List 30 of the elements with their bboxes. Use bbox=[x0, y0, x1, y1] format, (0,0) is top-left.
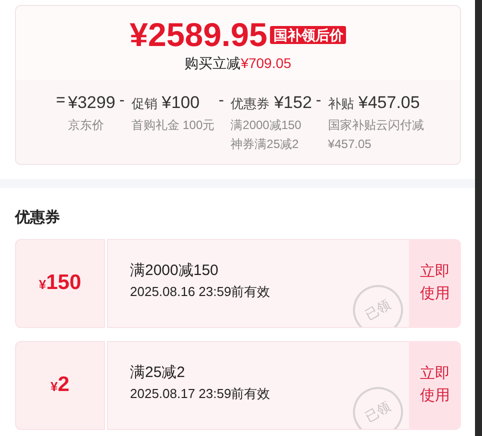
breakdown-label: 促销 bbox=[131, 96, 158, 111]
coupon-condition: 满2000减150 bbox=[130, 260, 220, 280]
coupon-validity: 2025.08.17 23:59前有效 bbox=[130, 384, 272, 402]
breakdown-label: 补贴 bbox=[328, 96, 354, 111]
breakdown-label: 优惠券 bbox=[230, 96, 270, 111]
operator-sign: - bbox=[218, 91, 225, 111]
coupon-validity: 2025.08.16 23:59前有效 bbox=[130, 282, 272, 300]
breakdown-note: 满2000减150 bbox=[230, 117, 302, 134]
price-badge: 国补领后价 bbox=[270, 26, 346, 44]
breakdown-amount: ¥152 bbox=[274, 93, 312, 112]
section-title: 优惠券 bbox=[15, 208, 61, 228]
use-now-button[interactable]: 立即使用 bbox=[409, 340, 461, 430]
breakdown-amount: ¥100 bbox=[162, 93, 200, 112]
operator-sign: = bbox=[56, 91, 66, 111]
coupon-condition: 满25减2 bbox=[130, 362, 186, 382]
final-price: ¥2589.95 bbox=[130, 16, 268, 53]
breakdown-amount: ¥457.05 bbox=[358, 93, 420, 112]
use-now-button[interactable]: 立即使用 bbox=[409, 238, 461, 328]
breakdown-note: ¥457.05 bbox=[328, 136, 372, 153]
breakdown-amount: ¥3299 bbox=[68, 93, 116, 112]
savings-amount: ¥709.05 bbox=[240, 55, 292, 71]
coupon-value: ¥2 bbox=[50, 372, 70, 398]
coupon-value: ¥150 bbox=[38, 270, 82, 296]
breakdown-note: 首购礼金 100元 bbox=[131, 117, 215, 134]
operator-sign: - bbox=[119, 91, 126, 111]
breakdown-note: 国家补贴云闪付减 bbox=[328, 117, 424, 134]
operator-sign: - bbox=[316, 91, 322, 111]
savings-label: 购买立减 bbox=[184, 55, 241, 71]
breakdown-note: 神券满25减2 bbox=[230, 136, 300, 153]
breakdown-note: 京东价 bbox=[68, 117, 105, 134]
